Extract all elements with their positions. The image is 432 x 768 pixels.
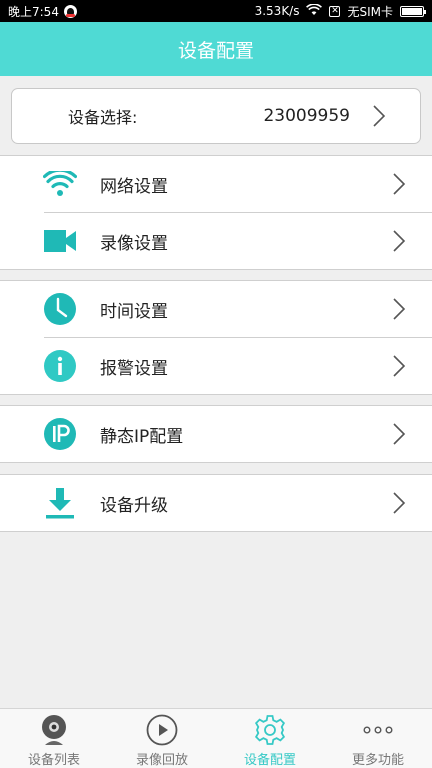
device-select-value: 23009959	[263, 106, 350, 126]
no-sim-icon: ✕	[329, 5, 341, 17]
tab-label: 设备配置	[243, 753, 296, 768]
alarm-settings-item[interactable]: 报警设置	[0, 338, 432, 394]
settings-group-1: 网络设置 录像设置	[0, 155, 432, 270]
info-icon	[42, 349, 78, 383]
battery-icon	[400, 5, 426, 17]
download-icon	[42, 486, 78, 520]
status-time: 晚上7:54	[8, 4, 59, 19]
time-settings-item[interactable]: 时间设置	[0, 281, 432, 337]
time-settings-label: 时间设置	[100, 301, 168, 322]
recording-settings-label: 录像设置	[100, 233, 168, 254]
clock-icon	[42, 292, 78, 326]
device-select-row[interactable]: 设备选择: 23009959	[11, 88, 421, 144]
wifi-icon	[42, 167, 78, 201]
gear-icon	[253, 714, 287, 746]
tab-label: 设备列表	[27, 753, 80, 768]
tab-label: 更多功能	[351, 753, 404, 768]
chevron-right-icon	[392, 354, 406, 378]
static-ip-label: 静态IP配置	[100, 426, 184, 447]
bottom-tab-bar: 设备列表 录像回放 设备配置 更多功能	[0, 708, 432, 768]
alarm-settings-label: 报警设置	[100, 358, 168, 379]
tab-label: 录像回放	[135, 753, 188, 768]
tab-device-list[interactable]: 设备列表	[0, 709, 108, 768]
play-circle-icon	[145, 714, 179, 746]
qq-notification-icon	[63, 4, 77, 18]
page-title: 设备配置	[177, 39, 254, 62]
page-header: 设备配置	[0, 22, 432, 76]
tab-more[interactable]: 更多功能	[324, 709, 432, 768]
webcam-icon	[37, 714, 71, 746]
chevron-right-icon	[392, 229, 406, 253]
settings-group-3: 静态IP配置	[0, 405, 432, 463]
chevron-right-icon	[392, 491, 406, 515]
chevron-right-icon	[392, 422, 406, 446]
status-bar: 晚上7:54 3.53K/s ✕ 无SIM卡	[0, 0, 432, 22]
chevron-right-icon	[372, 104, 386, 128]
ip-icon	[42, 417, 78, 451]
settings-group-2: 时间设置 报警设置	[0, 280, 432, 395]
static-ip-item[interactable]: 静态IP配置	[0, 406, 432, 462]
video-camera-icon	[42, 224, 78, 258]
chevron-right-icon	[392, 297, 406, 321]
wifi-status-icon	[306, 2, 323, 19]
network-settings-item[interactable]: 网络设置	[0, 156, 432, 212]
device-select-label: 设备选择:	[68, 108, 138, 127]
tab-device-config[interactable]: 设备配置	[216, 709, 324, 768]
recording-settings-item[interactable]: 录像设置	[0, 213, 432, 269]
network-speed: 3.53K/s	[254, 4, 300, 18]
device-upgrade-label: 设备升级	[100, 495, 168, 516]
sim-status: 无SIM卡	[347, 4, 393, 19]
chevron-right-icon	[392, 172, 406, 196]
tab-playback[interactable]: 录像回放	[108, 709, 216, 768]
network-settings-label: 网络设置	[100, 176, 168, 197]
settings-group-4: 设备升级	[0, 474, 432, 532]
more-dots-icon	[361, 714, 395, 746]
device-upgrade-item[interactable]: 设备升级	[0, 475, 432, 531]
